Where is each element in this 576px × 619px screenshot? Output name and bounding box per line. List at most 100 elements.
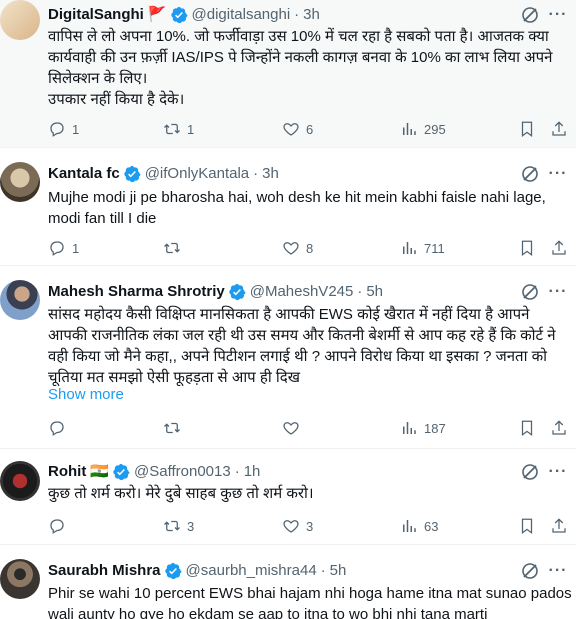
views-count: 63 [424,518,439,534]
tweet-kantala[interactable]: Kantala fc @ifOnlyKantala · 3h ··· Mujhe… [0,148,576,266]
bookmark-button[interactable] [518,238,536,258]
repost-count: 3 [187,518,195,534]
tweet-header: Mahesh Sharma Shrotriy @MaheshV245 · 5h [48,281,383,303]
avatar[interactable] [0,0,40,40]
reply-button[interactable] [48,418,72,438]
share-button[interactable] [550,119,568,139]
grok-icon[interactable] [520,5,540,25]
share-icon [550,120,568,138]
views-button[interactable]: 711 [400,238,445,258]
views-count: 711 [424,240,445,256]
verified-badge-icon [170,6,188,24]
share-button[interactable] [550,418,568,438]
views-icon [400,120,418,138]
flag-emoji: 🚩 [147,6,167,23]
timestamp[interactable]: 3h [303,5,320,25]
views-icon [400,419,418,437]
avatar[interactable] [0,461,40,501]
like-icon [282,419,300,437]
separator-dot: · [253,165,259,182]
reply-button[interactable]: 1 [48,119,79,139]
repost-button[interactable] [163,418,187,438]
repost-icon [163,419,181,437]
author-handle[interactable]: @Saffron0013 [134,462,231,482]
more-icon[interactable]: ··· [548,462,568,482]
tweet-header: Kantala fc @ifOnlyKantala · 3h [48,163,279,185]
grok-icon[interactable] [520,462,540,482]
verified-badge-icon [228,283,246,301]
share-icon [550,419,568,437]
reply-icon [48,419,66,437]
reply-icon [48,239,66,257]
timestamp[interactable]: 5h [330,561,347,581]
bookmark-icon [518,419,536,437]
separator-dot: · [320,562,326,579]
bookmark-button[interactable] [518,516,536,536]
more-icon[interactable]: ··· [548,282,568,302]
like-icon [282,120,300,138]
views-button[interactable]: 63 [400,516,438,536]
views-button[interactable]: 295 [400,119,446,139]
verified-badge-icon [112,463,130,481]
author-name[interactable]: Mahesh Sharma Shrotriy [48,282,225,302]
views-button[interactable]: 187 [400,418,446,438]
tweet-rohit[interactable]: Rohit 🇮🇳 @Saffron0013 · 1h ··· कुछ तो शर… [0,449,576,545]
reply-button[interactable] [48,516,72,536]
author-name[interactable]: Saurabh Mishra [48,561,161,581]
repost-icon [163,120,181,138]
author-handle[interactable]: @ifOnlyKantala [145,164,249,184]
avatar[interactable] [0,162,40,202]
share-icon [550,239,568,257]
more-icon[interactable]: ··· [548,561,568,581]
author-name[interactable]: DigitalSanghi [48,5,144,25]
like-button[interactable] [282,418,306,438]
timestamp[interactable]: 5h [366,282,383,302]
author-name[interactable]: Kantala fc [48,164,120,184]
repost-button[interactable]: 1 [163,119,194,139]
repost-button[interactable]: 3 [163,516,194,536]
more-icon[interactable]: ··· [548,164,568,184]
views-count: 187 [424,420,446,436]
author-handle[interactable]: @saurbh_mishra44 [186,561,317,581]
tweet-actions: 1 1 6 295 [48,119,568,139]
like-button[interactable]: 3 [282,516,313,536]
tweet-digitalsanghi[interactable]: DigitalSanghi 🚩 @digitalsanghi · 3h ··· … [0,0,576,148]
tweet-text: Phir se wahi 10 percent EWS bhai hajam n… [48,585,576,619]
share-button[interactable] [550,516,568,536]
separator-dot: · [234,463,240,480]
like-button[interactable]: 8 [282,238,313,258]
verified-badge-icon [123,165,141,183]
tweet-actions: 1 8 711 [48,238,568,258]
bookmark-button[interactable] [518,418,536,438]
timestamp[interactable]: 1h [244,462,261,482]
repost-icon [163,517,181,535]
reply-button[interactable]: 1 [48,238,79,258]
repost-button[interactable] [163,238,187,258]
author-handle[interactable]: @MaheshV245 [250,282,354,302]
repost-count: 1 [187,121,195,137]
grok-icon[interactable] [520,561,540,581]
tweet-saurabh[interactable]: Saurabh Mishra @saurbh_mishra44 · 5h ···… [0,545,576,619]
avatar[interactable] [0,559,40,599]
tweet-text: कुछ तो शर्म करो। मेरे दुबे साहब कुछ तो श… [48,485,314,502]
grok-icon[interactable] [520,164,540,184]
tweet-header: Rohit 🇮🇳 @Saffron0013 · 1h [48,461,260,483]
reply-count: 1 [72,240,80,256]
tweet-text: सांसद महोदय कैसी विक्षिप्त मानसिकता है आ… [48,306,560,386]
show-more-link[interactable]: Show more [48,386,124,403]
tweet-text: वापिस ले लो अपना 10%. जो फर्जीवाड़ा उस 1… [48,28,553,108]
avatar[interactable] [0,280,40,320]
share-icon [550,517,568,535]
author-handle[interactable]: @digitalsanghi [192,5,291,25]
author-name[interactable]: Rohit [48,462,86,482]
tweet-mahesh[interactable]: Mahesh Sharma Shrotriy @MaheshV245 · 5h … [0,266,576,449]
separator-dot: · [294,6,300,23]
tweet-text: Mujhe modi ji pe bharosha hai, woh desh … [48,189,550,227]
more-icon[interactable]: ··· [548,5,568,25]
grok-icon[interactable] [520,282,540,302]
bookmark-button[interactable] [518,119,536,139]
timestamp[interactable]: 3h [262,164,279,184]
share-button[interactable] [550,238,568,258]
repost-icon [163,239,181,257]
like-button[interactable]: 6 [282,119,313,139]
